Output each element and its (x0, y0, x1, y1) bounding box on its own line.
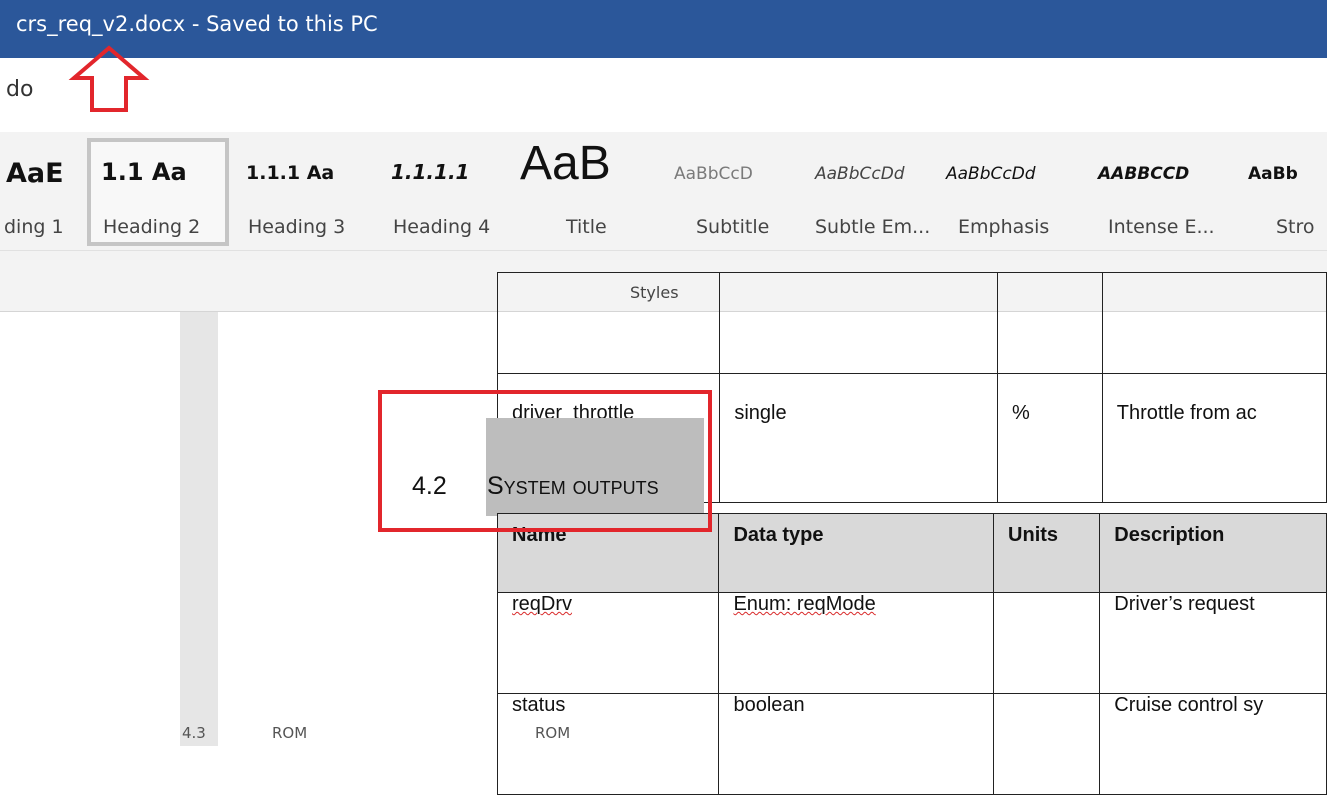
style-label: Heading 4 (393, 216, 491, 238)
column-header: Description (1099, 513, 1327, 593)
style-preview: AaBbCcDd (815, 164, 905, 184)
table-cell (993, 592, 1101, 694)
table-cell (996, 272, 1103, 374)
column-header: Data type (718, 513, 995, 593)
outputs-table: Name Data type Units Description reqDrv … (496, 513, 1327, 795)
table-cell (719, 272, 998, 374)
style-label: Heading 3 (248, 216, 346, 238)
style-heading-2[interactable]: 1.1 Aa Heading 2 (87, 138, 229, 246)
styles-gallery: AaE ding 1 1.1 Aa Heading 2 1.1.1 Aa Hea… (0, 132, 1327, 251)
style-label: Heading 2 (103, 216, 201, 238)
table-cell: Throttle from ac (1101, 373, 1327, 503)
table-row: reqDrv Enum: reqMode Driver’s request (496, 592, 1327, 694)
clipped-text: ROM (535, 724, 571, 742)
column-header: Units (993, 513, 1101, 593)
style-preview: 1.1 Aa (101, 158, 187, 186)
style-preview: AaBb (1248, 164, 1298, 184)
cell-text: reqDrv (512, 593, 573, 615)
style-preview: AaBbCcDd (946, 164, 1036, 184)
style-heading-3[interactable]: 1.1.1 Aa Heading 3 (238, 138, 378, 246)
style-label: Intense E... (1108, 216, 1215, 238)
style-label: Subtle Em... (815, 216, 931, 238)
style-subtle-emphasis[interactable]: AaBbCcDd Subtle Em... (795, 138, 933, 246)
annotation-highlight-box (378, 390, 712, 532)
style-preview: AABBCCD (1098, 164, 1190, 184)
table-row (496, 272, 1327, 374)
annotation-up-arrow-icon (68, 45, 150, 112)
table-cell: Driver’s request (1099, 592, 1327, 694)
table-cell: % (996, 373, 1103, 503)
style-heading-4[interactable]: 1.1.1.1 Heading 4 (385, 138, 505, 246)
table-cell: single (719, 373, 998, 503)
clipped-text: ROM (272, 724, 308, 742)
undo-button[interactable]: do (6, 77, 33, 102)
style-label: ding 1 (4, 216, 64, 238)
title-bar: crs_req_v2.docx - Saved to this PC (0, 0, 1327, 58)
cell-text: Enum: reqMode (733, 593, 876, 615)
style-preview: 1.1.1 Aa (246, 162, 335, 184)
clipped-text: 4.3 (182, 724, 206, 742)
table-cell (496, 272, 721, 374)
style-preview: AaB (520, 137, 611, 190)
style-heading-1[interactable]: AaE ding 1 (0, 138, 82, 246)
table-cell (1101, 272, 1327, 374)
table-cell: Enum: reqMode (718, 592, 995, 694)
style-preview: AaE (6, 158, 64, 189)
navigation-pane-strip (180, 312, 218, 746)
style-strong[interactable]: AaBb Stro (1240, 138, 1327, 246)
style-emphasis[interactable]: AaBbCcDd Emphasis (940, 138, 1080, 246)
style-title[interactable]: AaB Title (510, 137, 670, 246)
document-canvas[interactable]: driver_throttle single % Throttle from a… (0, 272, 1327, 795)
table-cell: reqDrv (496, 592, 720, 694)
style-label: Title (566, 216, 607, 238)
style-preview: 1.1.1.1 (391, 160, 470, 184)
cut-off-content: 4.3 ROM ROM (0, 724, 1327, 746)
style-label: Emphasis (958, 216, 1050, 238)
style-label: Subtitle (696, 216, 770, 238)
quick-access-row: do (0, 58, 1327, 133)
window-title: crs_req_v2.docx - Saved to this PC (16, 12, 378, 36)
style-subtitle[interactable]: AaBbCcD Subtitle (670, 138, 788, 246)
style-label: Stro (1276, 216, 1315, 238)
style-preview: AaBbCcD (674, 164, 753, 184)
style-intense-emphasis[interactable]: AABBCCD Intense E... (1090, 138, 1220, 246)
